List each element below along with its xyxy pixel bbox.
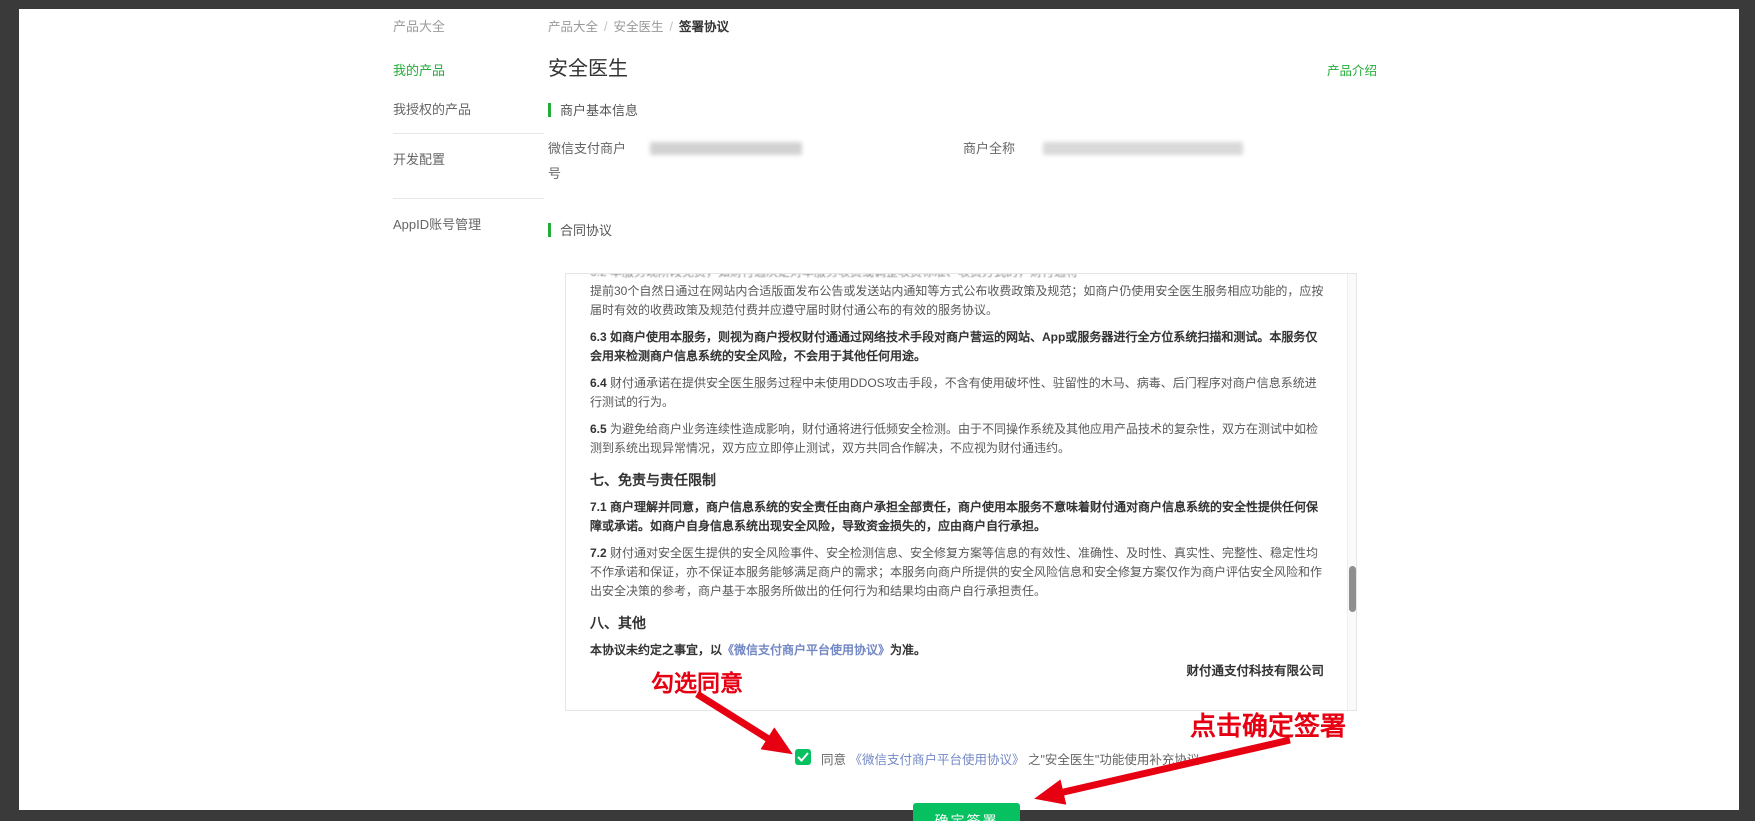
confirm-sign-button[interactable]: 确定签署 — [913, 803, 1020, 821]
section-contract: 合同协议 — [548, 220, 612, 239]
product-intro-link[interactable]: 产品介绍 — [1327, 60, 1377, 79]
section-accent-bar — [548, 102, 551, 117]
agree-prefix: 同意 — [821, 753, 850, 767]
contract-clause: 7.1 商户理解并同意，商户信息系统的安全责任由商户承担全部责任，商户使用本服务… — [590, 500, 1319, 533]
agreement-text: 6.2 本服务现阶段免费，如财付通决定对本服务收费或调整收费标准、收费方式的，财… — [590, 274, 1324, 660]
merchant-name-label: 商户全称 — [963, 141, 1016, 156]
sidebar-item-appid-account[interactable]: AppID账号管理 — [393, 214, 481, 233]
sidebar-item-product-catalog[interactable]: 产品大全 — [393, 16, 445, 35]
annotation-check-hint: 勾选同意 — [651, 670, 743, 696]
merchant-name-value-redacted — [1043, 142, 1243, 155]
agreement-scroll-box[interactable]: 6.2 本服务现阶段免费，如财付通决定对本服务收费或调整收费标准、收费方式的，财… — [565, 273, 1357, 711]
breadcrumb-separator: / — [669, 20, 673, 34]
contract-clause: 提前30个自然日通过在网站内合适版面发布公告或发送站内通知等方式公布收费政策及规… — [590, 284, 1324, 317]
check-icon — [797, 752, 809, 762]
merchant-id-value-redacted — [650, 142, 802, 155]
contract-clause: 6.5 为避免给商户业务连续性造成影响，财付通将进行低频安全检测。由于不同操作系… — [590, 422, 1319, 455]
sidebar-item-my-products[interactable]: 我的产品 — [393, 60, 445, 79]
breadcrumb-item[interactable]: 安全医生 — [614, 20, 664, 34]
page-title: 安全医生 — [548, 58, 628, 80]
contract-clause: 7.2 财付通对安全医生提供的安全风险事件、安全检测信息、安全修复方案等信息的有… — [590, 546, 1323, 598]
merchant-id-label: 微信支付商户号 — [548, 141, 627, 181]
contract-partial-line-clipped: 6.2 本服务现阶段免费，如财付通决定对本服务收费或调整收费标准、收费方式的，财… — [590, 274, 1324, 282]
agree-suffix: 之"安全医生"功能使用补充协议 — [1024, 753, 1200, 767]
section-title: 商户基本信息 — [560, 103, 639, 118]
platform-agreement-link[interactable]: 《微信支付商户平台使用协议》 — [722, 643, 890, 657]
scrollbar-thumb[interactable] — [1349, 566, 1356, 612]
agree-label: 同意 《微信支付商户平台使用协议》 之"安全医生"功能使用补充协议 — [821, 749, 1199, 768]
breadcrumb-item[interactable]: 产品大全 — [548, 20, 598, 34]
section-merchant-basic-info: 商户基本信息 — [548, 100, 638, 119]
annotation-click-hint: 点击确定签署 — [1190, 711, 1347, 741]
agree-checkbox[interactable] — [795, 749, 811, 765]
contract-clause: 6.3 如商户使用本服务，则视为商户授权财付通通过网络技术手段对商户营运的网站、… — [590, 330, 1318, 363]
breadcrumb-separator: / — [604, 20, 608, 34]
sidebar-divider — [393, 133, 544, 134]
scrollbar[interactable] — [1347, 274, 1356, 710]
contract-section-heading: 七、免责与责任限制 — [590, 472, 716, 488]
contract-clause: 6.4 财付通承诺在提供安全医生服务过程中未使用DDOS攻击手段，不含有使用破坏… — [590, 376, 1317, 409]
section-accent-bar — [548, 222, 551, 237]
breadcrumb: 产品大全 / 安全医生 / 签署协议 — [548, 16, 729, 35]
sidebar-item-authorized-products[interactable]: 我授权的产品 — [393, 99, 471, 118]
section-title: 合同协议 — [560, 223, 613, 238]
platform-agreement-link[interactable]: 《微信支付商户平台使用协议》 — [849, 753, 1024, 767]
sidebar-divider — [393, 198, 544, 199]
sidebar: 产品大全我的产品我授权的产品 开发配置 AppID账号管理 — [393, 16, 544, 276]
contract-section-heading: 八、其他 — [590, 615, 646, 631]
contract-note: 本协议未约定之事宜，以《微信支付商户平台使用协议》为准。 — [590, 643, 927, 657]
breadcrumb-item: 签署协议 — [679, 20, 730, 34]
sidebar-item-dev-config[interactable]: 开发配置 — [393, 149, 445, 168]
